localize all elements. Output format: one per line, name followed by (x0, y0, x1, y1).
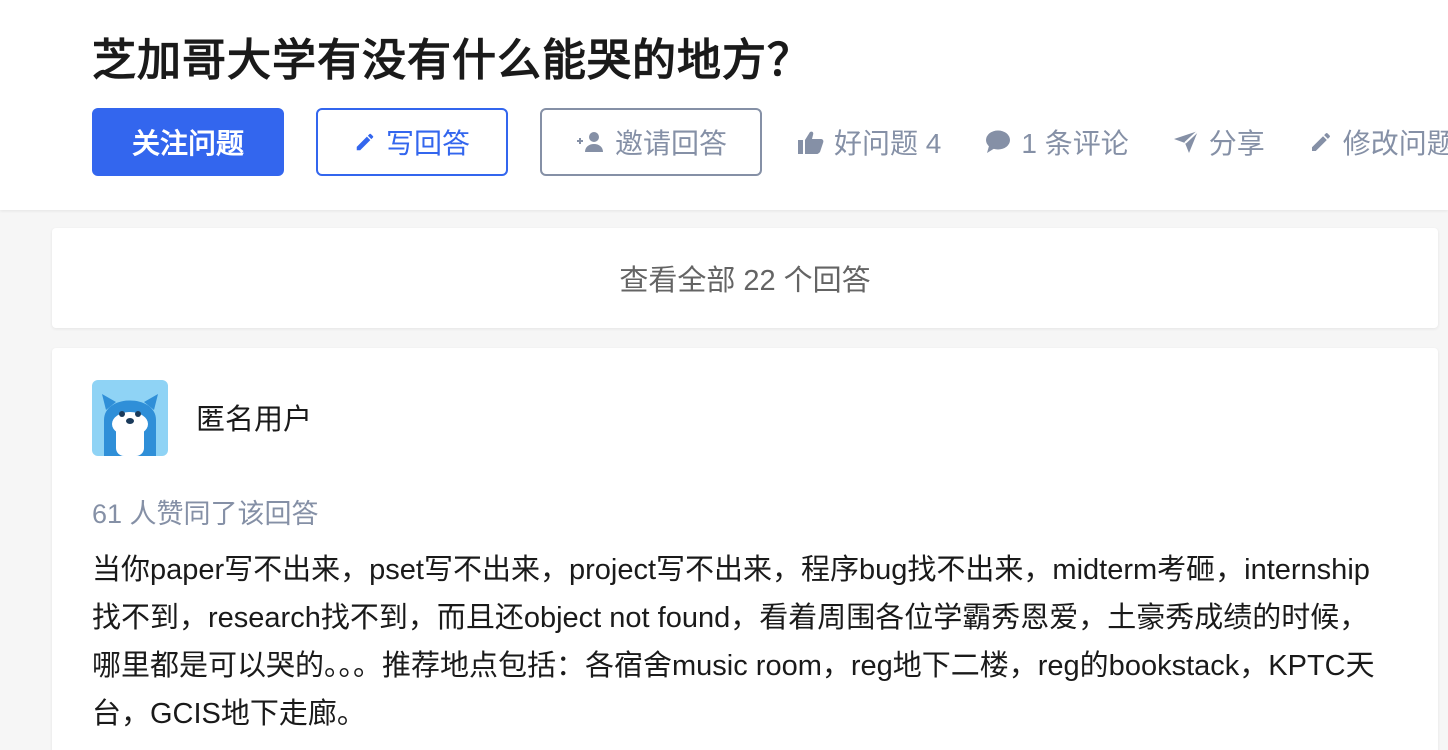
good-question-button[interactable]: 好问题 4 (798, 122, 941, 162)
view-all-answers-button[interactable]: 查看全部 22 个回答 (52, 228, 1438, 328)
edit-icon (1311, 132, 1330, 151)
share-icon (1173, 130, 1199, 153)
answer-content: 当你paper写不出来，pset写不出来，project写不出来，程序bug找不… (92, 554, 1375, 730)
follow-question-button[interactable]: 关注问题 (92, 108, 284, 176)
comment-icon (986, 130, 1011, 153)
share-label: 分享 (1208, 128, 1265, 159)
write-answer-button[interactable]: 写回答 (316, 108, 508, 176)
answer-card: 匿名用户 61 人赞同了该回答 当你paper写不出来，pset写不出来，pro… (52, 348, 1438, 750)
view-all-answers-label: 查看全部 22 个回答 (619, 265, 871, 297)
question-header: 芝加哥大学有没有什么能哭的地方？ 关注问题 写回答 邀请回答 好问题 4 1 条… (0, 0, 1448, 210)
question-title: 芝加哥大学有没有什么能哭的地方？ (92, 36, 812, 85)
vote-count: 61 人赞同了该回答 (92, 499, 319, 529)
author-name[interactable]: 匿名用户 (196, 396, 312, 438)
invite-answer-button[interactable]: 邀请回答 (540, 108, 762, 176)
comments-label: 1 条评论 (1021, 128, 1129, 159)
edit-question-label: 修改问题 (1342, 128, 1448, 159)
pencil-icon (356, 133, 374, 151)
edit-question-button[interactable]: 修改问题 (1309, 122, 1448, 162)
question-actions: 好问题 4 1 条评论 分享 修改问题 (798, 108, 1448, 176)
follow-question-label: 关注问题 (131, 128, 244, 159)
add-person-icon (576, 132, 603, 152)
anonymous-avatar[interactable] (92, 380, 168, 456)
good-question-label: 好问题 4 (834, 128, 942, 159)
thumbs-up-icon (798, 131, 824, 154)
share-button[interactable]: 分享 (1173, 122, 1265, 162)
write-answer-label: 写回答 (385, 128, 470, 159)
invite-answer-label: 邀请回答 (614, 128, 727, 159)
comments-button[interactable]: 1 条评论 (985, 122, 1129, 162)
